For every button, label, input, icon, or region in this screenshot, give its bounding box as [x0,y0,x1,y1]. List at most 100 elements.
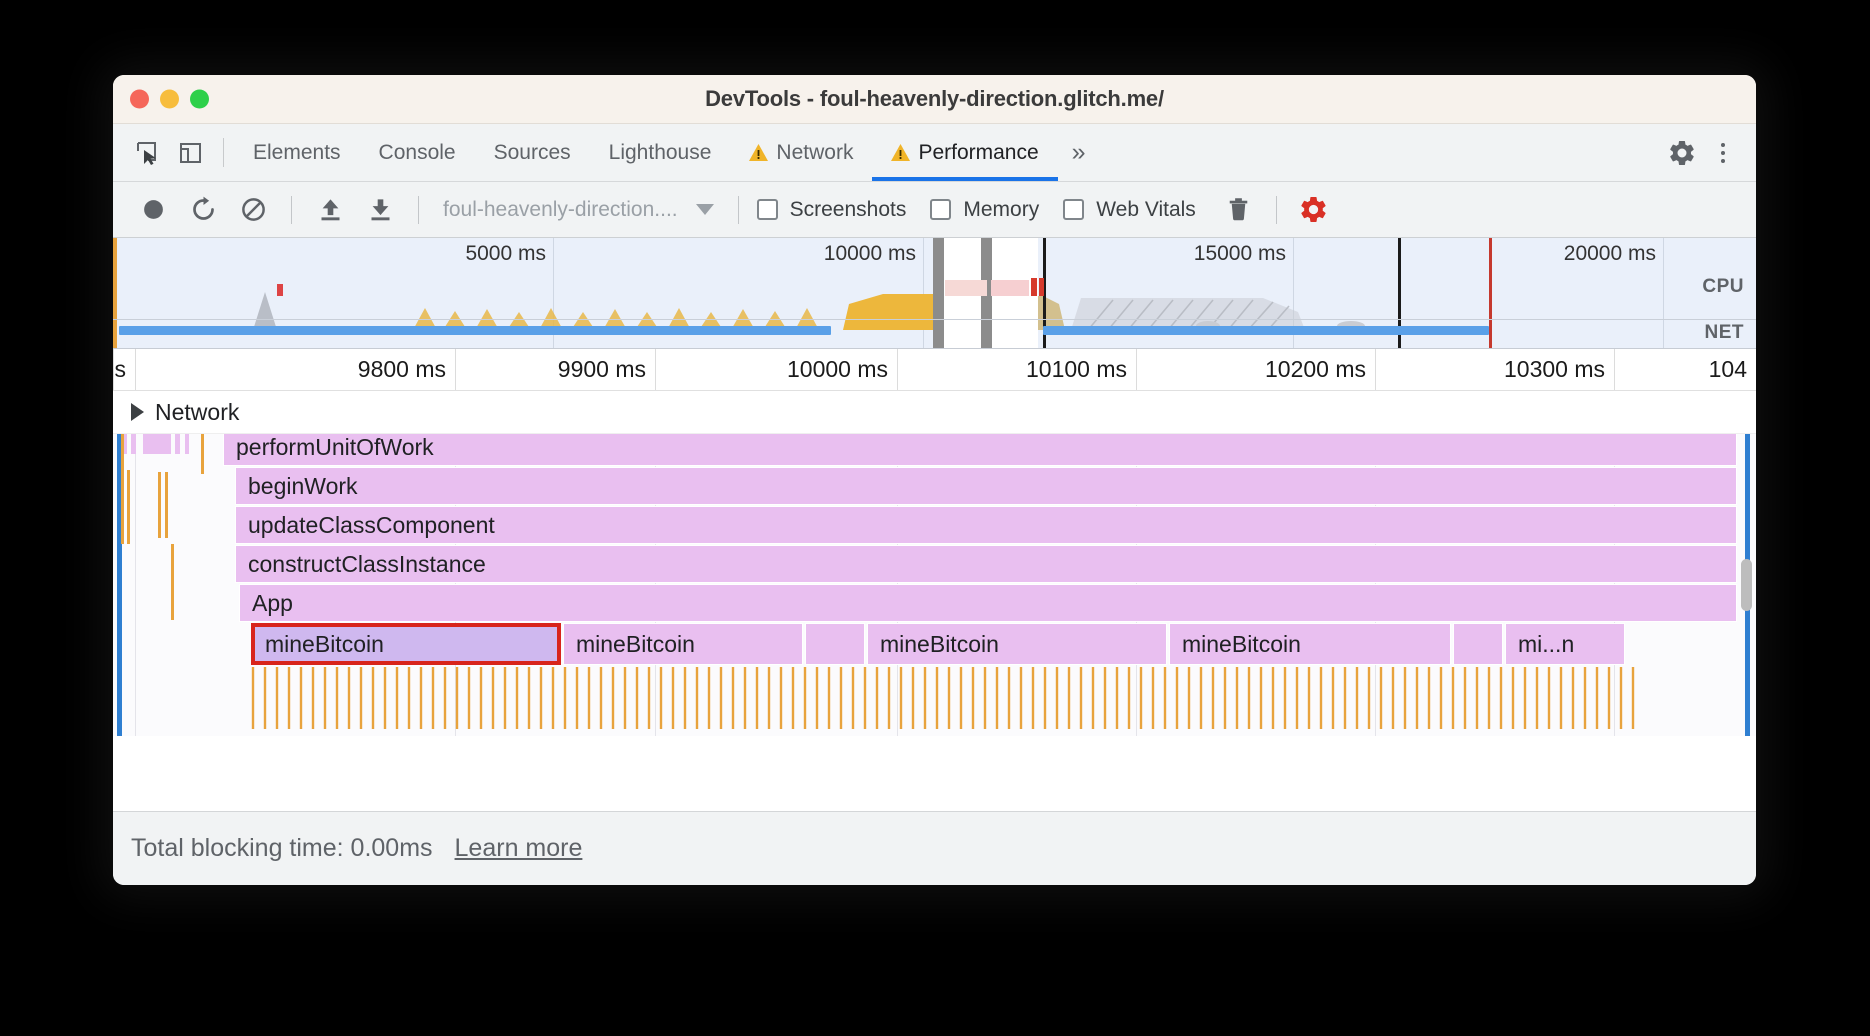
flame-bar-beginwork[interactable]: beginWork [235,467,1737,505]
flame-bar-minebitcoin-selected[interactable]: mineBitcoin [251,623,561,665]
ruler-tick: 10000 ms [655,349,897,390]
tab-label: Performance [918,140,1039,164]
flame-bar-label: mi...n [1518,630,1575,657]
flame-bar-constructclassinstance[interactable]: constructClassInstance [235,545,1737,583]
ruler-tick-label: 104 [1708,356,1747,382]
flame-chart[interactable]: performUnitOfWork beginWork updateClassC… [113,434,1756,736]
maximize-window-button[interactable] [190,89,209,109]
more-tabs-icon[interactable]: » [1058,124,1100,181]
ruler-tick: ms [113,349,135,390]
flame-bar-minebitcoin[interactable]: mineBitcoin [867,623,1167,665]
flame-bar-label: mineBitcoin [265,630,384,657]
device-toolbar-icon[interactable] [169,124,213,181]
checkbox-box [1063,199,1085,220]
toolbar-divider-3 [737,195,739,224]
tab-label: Lighthouse [608,140,712,164]
flame-bar-label: updateClassComponent [248,511,495,538]
flame-bar-label: mineBitcoin [880,630,999,657]
timeline-overview[interactable]: 5000 ms 10000 ms 15000 ms 20000 ms CPU N… [113,238,1756,349]
kebab-menu-icon[interactable] [1704,142,1742,163]
window-title: DevTools - foul-heavenly-direction.glitc… [705,86,1164,111]
ruler-tick-label: 10300 ms [1503,356,1605,382]
tab-performance[interactable]: Performance [872,124,1058,181]
overview-tick-label: 15000 ms [1193,242,1286,265]
ruler-tick-label: ms [113,356,126,382]
close-window-button[interactable] [130,89,149,109]
web-vitals-checkbox[interactable]: Web Vitals [1063,198,1214,222]
flame-bar-minebitcoin-gap[interactable] [805,623,865,665]
flame-mini-bar [131,434,136,454]
network-overview-bar [119,326,831,335]
network-overview-bar [1043,326,1489,335]
record-button[interactable] [129,186,177,234]
memory-checkbox[interactable]: Memory [930,198,1057,222]
flame-bar-updateclasscomponent[interactable]: updateClassComponent [235,506,1737,544]
flame-mini-bar [185,434,189,454]
gear-icon[interactable] [1660,138,1704,168]
reload-and-profile-button[interactable] [179,186,227,234]
network-group-label: Network [155,398,240,425]
load-profile-icon[interactable] [306,186,354,234]
ruler-tick: 9800 ms [135,349,455,390]
tab-label: Sources [493,140,571,164]
ruler-tick: 10300 ms [1375,349,1614,390]
chevron-down-icon [695,204,714,215]
overview-tick-label: 5000 ms [465,242,546,265]
tabstrip-divider [223,138,224,167]
ruler-tick: 10200 ms [1136,349,1375,390]
profile-target-value: foul-heavenly-direction.... [443,197,678,221]
flame-tick-marker [171,544,174,620]
flame-bar-label: mineBitcoin [576,630,695,657]
ruler-tick-label: 9800 ms [357,356,446,382]
tab-label: Network [776,140,854,164]
checkbox-box [756,199,778,220]
timeline-ruler: ms 9800 ms 9900 ms 10000 ms 10100 ms 102… [113,349,1756,391]
ruler-tick-label: 10200 ms [1264,356,1366,382]
window-traffic-lights [130,89,209,109]
screenshots-checkbox[interactable]: Screenshots [756,198,925,222]
tab-network[interactable]: Network [730,124,872,181]
checkbox-label: Web Vitals [1096,197,1196,221]
flame-bar-performunitofwork[interactable]: performUnitOfWork [223,434,1737,466]
tab-label: Elements [253,140,341,164]
expand-triangle-icon[interactable] [131,403,144,421]
tab-console[interactable]: Console [360,124,475,181]
clear-recording-button[interactable] [229,186,277,234]
flame-bar-label: mineBitcoin [1182,630,1301,657]
ruler-tick-label: 10000 ms [786,356,888,382]
flame-bar-app[interactable]: App [239,584,1737,622]
learn-more-link[interactable]: Learn more [455,834,583,863]
save-profile-icon[interactable] [356,186,404,234]
network-group-row[interactable]: Network [113,391,1756,434]
performance-toolbar: foul-heavenly-direction.... Screenshots … [113,182,1756,238]
total-blocking-time-text: Total blocking time: 0.00ms [131,834,433,862]
flame-mini-bar [143,434,171,454]
tabstrip-right-tools [1639,124,1756,181]
overview-frame-markers [945,278,1044,296]
flame-tick-marker [158,472,161,538]
checkbox-box [930,199,952,220]
ruler-tick: 104 [1614,349,1756,390]
profile-target-select[interactable]: foul-heavenly-direction.... [433,198,724,222]
tab-elements[interactable]: Elements [234,124,360,181]
flame-bar-label: beginWork [248,472,358,499]
capture-settings-gear-icon[interactable] [1291,194,1337,225]
inspect-element-icon[interactable] [125,124,169,181]
warning-triangle-icon [891,144,911,161]
flame-bar-label: App [252,589,293,616]
ruler-tick: 10100 ms [897,349,1136,390]
overview-tick-label: 10000 ms [823,242,916,265]
flame-bar-minebitcoin-truncated[interactable]: mi...n [1505,623,1625,665]
flame-dense-tick-row [251,667,1635,729]
flame-bar-minebitcoin[interactable]: mineBitcoin [1169,623,1451,665]
tab-lighthouse[interactable]: Lighthouse [590,124,731,181]
minimize-window-button[interactable] [160,89,179,109]
flame-tick-marker [201,434,204,474]
delete-icon[interactable] [1216,196,1262,223]
flame-bar-minebitcoin-gap2[interactable] [1453,623,1503,665]
flame-vertical-scrollbar-thumb[interactable] [1741,559,1752,611]
screen-root: DevTools - foul-heavenly-direction.glitc… [0,0,1870,1036]
flame-bar-minebitcoin[interactable]: mineBitcoin [563,623,803,665]
tab-sources[interactable]: Sources [475,124,590,181]
devtools-window: DevTools - foul-heavenly-direction.glitc… [113,75,1756,885]
